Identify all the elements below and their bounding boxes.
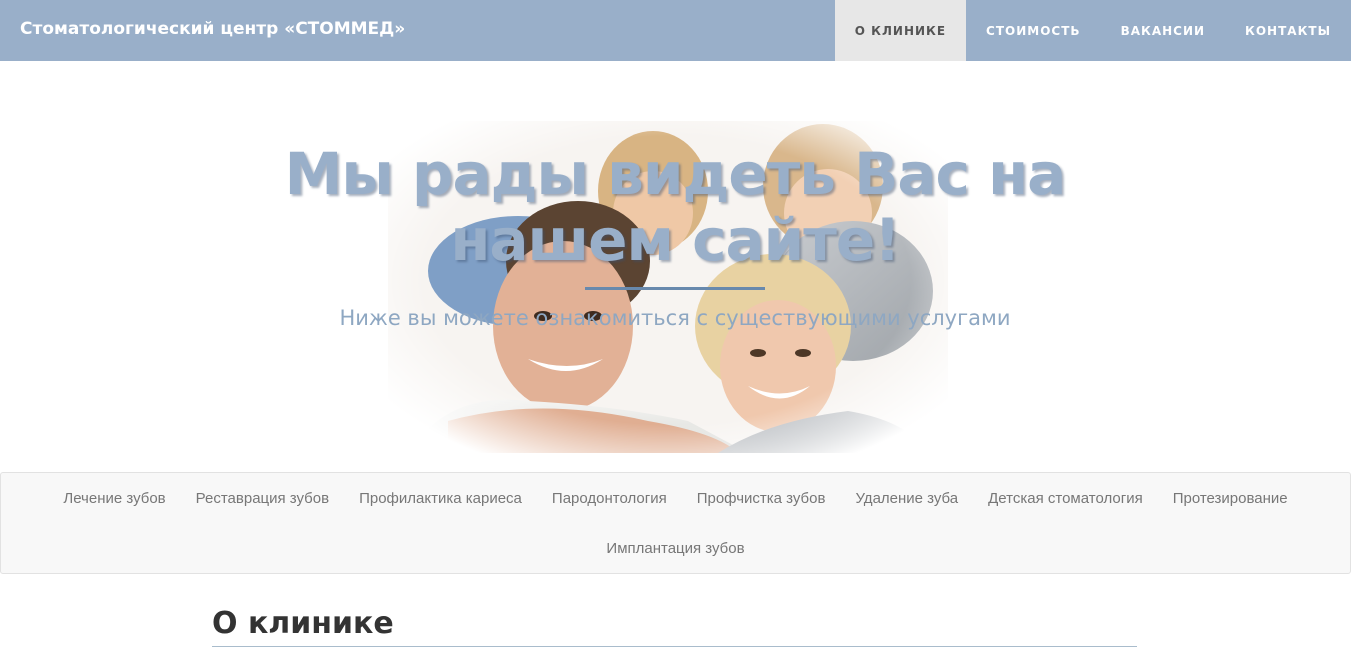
service-link-caries-prevention[interactable]: Профилактика кариеса [344,490,537,507]
nav-item-vacancies[interactable]: Вакансии [1101,0,1225,61]
hero-title-line-1: Мы рады видеть Вас на [284,140,1067,208]
services-row: Имплантация зубов [1,523,1350,573]
about-heading: О клинике [212,606,394,641]
service-link-prosthetics[interactable]: Протезирование [1158,490,1303,507]
site-brand[interactable]: Стоматологический центр «СТОММЕД» [20,19,405,39]
services-nav: Лечение зубов Реставрация зубов Профилак… [0,472,1351,574]
hero-title: Мы рады видеть Вас на нашем сайте! [225,141,1125,273]
nav-item-contacts[interactable]: Контакты [1225,0,1351,61]
main-nav: О клинике Стоимость Вакансии Контакты [834,0,1351,61]
service-link-kids-dentistry[interactable]: Детская стоматология [973,490,1158,507]
nav-item-about[interactable]: О клинике [834,0,967,61]
hero-divider [585,287,765,290]
service-link-periodontology[interactable]: Пародонтология [537,490,682,507]
service-link-cleaning[interactable]: Профчистка зубов [682,490,841,507]
service-link-implants[interactable]: Имплантация зубов [591,540,759,557]
about-divider [212,646,1137,647]
service-link-treatment[interactable]: Лечение зубов [48,490,180,507]
top-navbar: Стоматологический центр «СТОММЕД» О клин… [0,0,1351,61]
service-link-extraction[interactable]: Удаление зуба [840,490,973,507]
nav-item-prices[interactable]: Стоимость [966,0,1101,61]
hero-subtitle: Ниже вы можете ознакомиться с существующ… [339,306,1011,330]
hero-title-line-2: нашем сайте! [450,206,900,274]
hero-section: Мы рады видеть Вас на нашем сайте! Ниже … [0,61,1351,472]
service-link-restoration[interactable]: Реставрация зубов [181,490,344,507]
services-row: Лечение зубов Реставрация зубов Профилак… [1,473,1350,523]
